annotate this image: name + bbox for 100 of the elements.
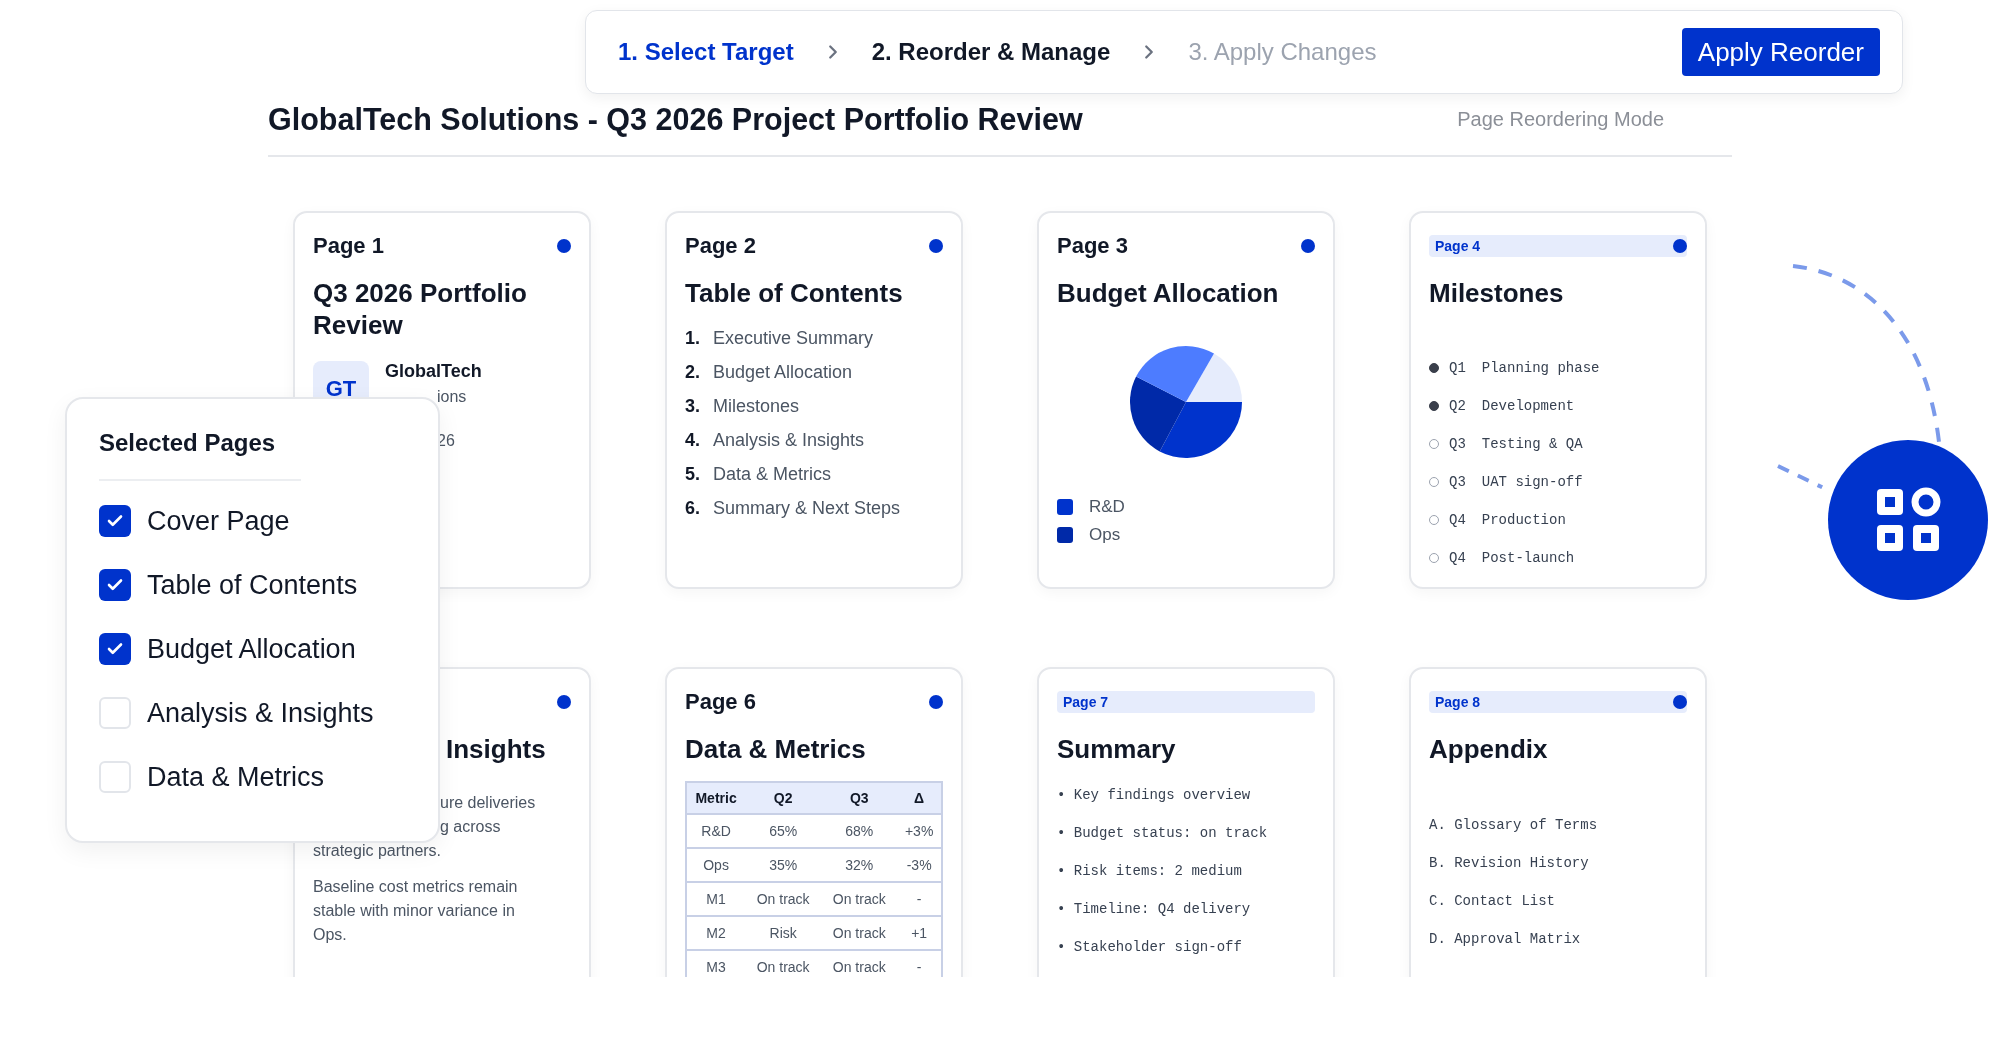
bullet-item: • Risk items: 2 medium: [1057, 863, 1243, 881]
table-cell: On track: [745, 950, 822, 977]
legend-label: Ops: [1089, 525, 1121, 545]
list-number: 3.: [685, 395, 701, 418]
table-cell: On track: [821, 882, 898, 916]
table-cell: 65%: [745, 814, 822, 848]
page-label: Page 3: [1057, 233, 1128, 259]
toc-entry: Data & Metrics: [713, 463, 832, 486]
page-label: Page 1: [313, 233, 384, 259]
checkbox[interactable]: [99, 569, 131, 601]
bullet-item: • Budget status: on track: [1057, 825, 1269, 843]
list-number: 1.: [685, 327, 701, 350]
checkbox-label: Budget Allocation: [147, 633, 356, 665]
checkbox[interactable]: [99, 697, 131, 729]
page-label: Page 2: [685, 233, 756, 259]
table-cell: -: [897, 950, 942, 977]
table-cell: R&D: [686, 814, 746, 848]
table-cell: 68%: [821, 814, 898, 848]
checkbox-label: Cover Page: [147, 505, 290, 537]
column-header: Q2: [745, 782, 822, 814]
page-label: Page 7: [1063, 694, 1109, 710]
toc-entry: Budget Allocation: [713, 361, 853, 384]
page-card[interactable]: Page 7 Summary • Key findings overview • Budget status: on track • Risk items: 2 medium • Timeline: Q4 delivery • Stakeholder sign-off: [1037, 667, 1335, 977]
table-cell: Ops: [686, 848, 746, 882]
panel-title: Selected Pages: [99, 429, 301, 481]
card-title: Table of Contents: [685, 277, 904, 309]
milestone-text: Testing & QA: [1481, 436, 1583, 452]
milestone-text: Planning phase: [1481, 360, 1600, 376]
appendix-item: A. Glossary of Terms: [1429, 817, 1599, 835]
toc-entry: Analysis & Insights: [713, 429, 865, 452]
toc-entry: Summary & Next Steps: [713, 497, 901, 520]
table-cell: M2: [686, 916, 746, 950]
table-cell: -: [897, 882, 942, 916]
checkbox[interactable]: [99, 633, 131, 665]
milestone-text: Production: [1481, 512, 1566, 528]
table-cell: 32%: [821, 848, 898, 882]
card-title: Milestones: [1429, 277, 1565, 309]
checkbox[interactable]: [99, 505, 131, 537]
quarter-label: Q3: [1449, 474, 1466, 490]
table-cell: 35%: [745, 848, 822, 882]
bullet-item: • Key findings overview: [1057, 787, 1252, 805]
body-text: g across: [440, 817, 502, 837]
quarter-label: Q3: [1449, 436, 1466, 452]
page-card[interactable]: Page 4 Milestones Q1 Planning phase Q2 Development Q3 Testing & QA Q3 UAT sign-off Q4 Production Q4 Post-launch: [1409, 211, 1707, 589]
milestone-text: Development: [1481, 398, 1575, 414]
card-title: Data & Metrics: [685, 733, 867, 765]
page-card[interactable]: Page 3 Budget Allocation R&D Ops: [1037, 211, 1335, 589]
table-cell: +3%: [897, 814, 942, 848]
mode-label: Page Reordering Mode: [1457, 108, 1664, 131]
list-number: 6.: [685, 497, 701, 520]
company-subtitle: ions: [437, 388, 468, 406]
column-header: Metric: [686, 782, 746, 814]
card-title: Insights: [446, 733, 547, 765]
table-cell: +1: [897, 916, 942, 950]
legend-label: R&D: [1089, 497, 1125, 517]
toc-entry: Milestones: [713, 395, 800, 418]
page-card[interactable]: Page 8 Appendix A. Glossary of Terms B. Revision History C. Contact List D. Approval Matrix: [1409, 667, 1707, 977]
appendix-item: B. Revision History: [1429, 855, 1590, 873]
checkbox[interactable]: [99, 761, 131, 793]
body-text: strategic partners.: [313, 841, 443, 861]
table-cell: On track: [821, 950, 898, 977]
quarter-label: Q2: [1449, 398, 1466, 414]
list-number: 5.: [685, 463, 701, 486]
step-link[interactable]: 2. Reorder & Manage: [871, 38, 1111, 66]
body-text: ure deliveries: [440, 793, 537, 813]
appendix-item: D. Approval Matrix: [1429, 931, 1582, 949]
body-text: Baseline cost metrics remain stable with minor variance in Ops.: [313, 877, 519, 945]
card-title: Summary: [1057, 733, 1177, 765]
company-name: GlobalTech: [385, 361, 482, 381]
milestone-text: Post-launch: [1481, 550, 1575, 566]
page-label: Page 4: [1435, 238, 1481, 254]
table-cell: Risk: [745, 916, 822, 950]
table-cell: -3%: [897, 848, 942, 882]
page-label: Page 6: [685, 689, 756, 715]
apply-button[interactable]: Apply Reorder: [1681, 28, 1880, 76]
toc-entry: Executive Summary: [713, 327, 874, 350]
appendix-item: C. Contact List: [1429, 893, 1557, 911]
table-cell: On track: [821, 916, 898, 950]
table-cell: M3: [686, 950, 746, 977]
table-cell: On track: [745, 882, 822, 916]
list-number: 4.: [685, 429, 701, 452]
quarter-label: Q4: [1449, 550, 1466, 566]
quarter-label: Q1: [1449, 360, 1466, 376]
card-title: Q3 2026 Portfolio Review: [313, 277, 528, 341]
bullet-item: • Stakeholder sign-off: [1057, 939, 1243, 957]
milestone-text: UAT sign-off: [1481, 474, 1583, 490]
step-link[interactable]: 1. Select Target: [618, 38, 794, 66]
column-header: Δ: [897, 782, 942, 814]
table-cell: M1: [686, 882, 746, 916]
page-label: Page 8: [1435, 694, 1481, 710]
page-card[interactable]: Page 6 Data & Metrics Metric Q2 Q3 Δ R&D 65% 68% +3% Ops 35% 32% -3% M1 On track On track - M2 Risk On track +1 M3 On track On track -: [665, 667, 963, 977]
page-title: GlobalTech Solutions - Q3 2026 Project Portfolio Review: [268, 102, 1083, 137]
list-number: 2.: [685, 361, 701, 384]
page-card[interactable]: Page 2 Table of Contents 1. Executive Summary 2. Budget Allocation 3. Milestones 4. Analysis & Insights 5. Data & Metrics 6. Summary & Next Steps: [665, 211, 963, 589]
quarter-label: Q4: [1449, 512, 1466, 528]
column-header: Q3: [821, 782, 898, 814]
bullet-item: • Timeline: Q4 delivery: [1057, 901, 1252, 919]
card-title: Appendix: [1429, 733, 1549, 765]
grid-icon: [1875, 487, 1941, 553]
card-title: Budget Allocation: [1057, 277, 1280, 309]
